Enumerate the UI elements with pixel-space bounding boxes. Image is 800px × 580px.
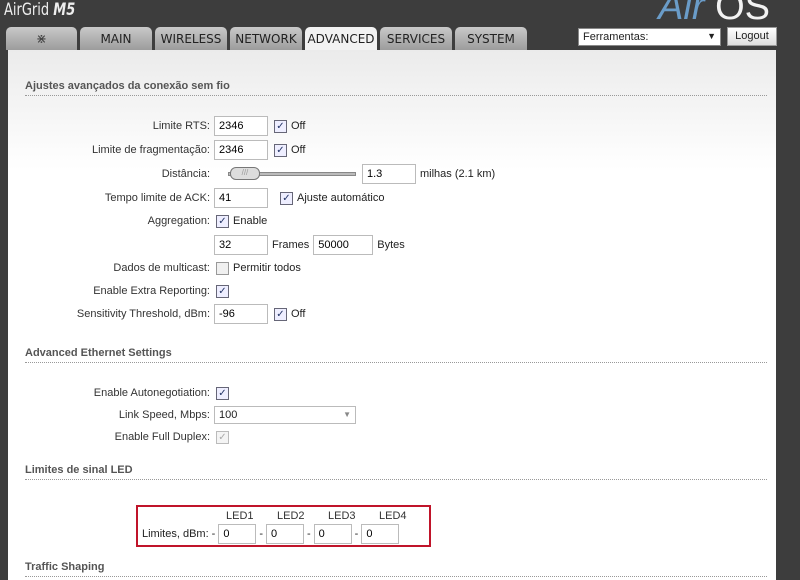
- led-sep: -: [306, 528, 311, 540]
- tab-advanced[interactable]: ADVANCED: [305, 27, 377, 51]
- section-title-wireless: Ajustes avançados da conexão sem fio: [25, 80, 767, 96]
- frag-off-label: Off: [291, 144, 306, 156]
- slider-handle[interactable]: ///: [229, 167, 260, 180]
- tab-network[interactable]: NETWORK: [230, 27, 302, 50]
- distance-label: Distância:: [161, 168, 210, 180]
- sensitivity-off-checkbox[interactable]: ✓: [274, 307, 287, 321]
- tab-wireless[interactable]: WIRELESS: [155, 27, 227, 50]
- tools-selected: Ferramentas:: [583, 31, 649, 43]
- logo-os: OS: [715, 0, 770, 28]
- led-label: Limites, dBm:: [142, 528, 209, 540]
- ack-label: Tempo limite de ACK:: [104, 192, 210, 204]
- extra-reporting-checkbox[interactable]: ✓: [216, 284, 229, 298]
- rts-label: Limite RTS:: [152, 120, 210, 132]
- airos-logo: Air OS: [658, 0, 770, 29]
- frag-label: Limite de fragmentação:: [91, 144, 210, 156]
- logout-button[interactable]: Logout: [727, 27, 777, 46]
- multicast-label: Dados de multicast:: [113, 262, 210, 274]
- led-thresholds-box: LED1 LED2 LED3 LED4 Limites, dBm: - - - …: [136, 505, 431, 547]
- tools-dropdown[interactable]: Ferramentas: ▼: [578, 28, 721, 46]
- autoneg-row: Enable Autonegotiation: ✓: [8, 383, 233, 403]
- frag-row: Limite de fragmentação: ✓ Off: [8, 140, 305, 160]
- led4-header: LED4: [379, 510, 407, 522]
- led-sep: -: [259, 528, 263, 540]
- multicast-checkbox[interactable]: ✓: [216, 261, 229, 275]
- brand-name: AirGrid: [4, 0, 50, 20]
- distance-slider[interactable]: ///: [228, 164, 356, 184]
- led-sep: -: [354, 528, 359, 540]
- distance-row: Distância: /// milhas (2.1 km): [8, 164, 495, 184]
- led2-input[interactable]: [265, 524, 304, 544]
- logo-air: Air: [658, 0, 705, 28]
- aggregation-enable-label: Enable: [233, 215, 268, 227]
- frag-input[interactable]: [214, 140, 268, 160]
- full-duplex-checkbox: ✓: [216, 430, 229, 444]
- chevron-down-icon: ▼: [707, 31, 716, 41]
- led3-header: LED3: [328, 510, 356, 522]
- rts-row: Limite RTS: ✓ Off: [8, 116, 305, 136]
- tab-home[interactable]: ⋇: [6, 27, 77, 50]
- tab-main[interactable]: MAIN: [80, 27, 152, 50]
- frag-off-checkbox[interactable]: ✓: [274, 143, 287, 157]
- tab-services[interactable]: SERVICES: [380, 27, 452, 50]
- led-inputs-row: Limites, dBm: - - - -: [142, 524, 400, 544]
- multicast-text: Permitir todos: [233, 262, 301, 274]
- ack-input[interactable]: [214, 188, 268, 208]
- link-speed-value: 100: [219, 409, 238, 421]
- ack-row: Tempo limite de ACK: ✓ Ajuste automático: [8, 188, 384, 208]
- aggregation-checkbox[interactable]: ✓: [216, 214, 229, 228]
- link-speed-row: Link Speed, Mbps: 100 ▼: [8, 405, 356, 425]
- link-speed-select[interactable]: 100 ▼: [214, 406, 356, 424]
- section-title-traffic: Traffic Shaping: [25, 561, 767, 577]
- ack-auto-label: Ajuste automático: [297, 192, 385, 204]
- rts-input[interactable]: [214, 116, 268, 136]
- main-tabs: ⋇ MAIN WIRELESS NETWORK ADVANCED SERVICE…: [6, 27, 527, 51]
- led3-input[interactable]: [313, 524, 352, 544]
- section-title-ethernet: Advanced Ethernet Settings: [25, 347, 767, 363]
- distance-unit: milhas (2.1 km): [420, 168, 496, 180]
- full-duplex-label: Enable Full Duplex:: [114, 431, 210, 443]
- led1-header: LED1: [226, 510, 254, 522]
- section-title-led: Limites de sinal LED: [25, 464, 767, 480]
- autoneg-label: Enable Autonegotiation:: [93, 387, 210, 399]
- sensitivity-label: Sensitivity Threshold, dBm:: [76, 308, 210, 320]
- frames-input[interactable]: [214, 235, 268, 255]
- distance-input[interactable]: [362, 164, 416, 184]
- brand-model: M5: [53, 0, 76, 20]
- autoneg-checkbox[interactable]: ✓: [216, 386, 229, 400]
- rts-off-checkbox[interactable]: ✓: [274, 119, 287, 133]
- bytes-unit: Bytes: [377, 239, 405, 251]
- sensitivity-row: Sensitivity Threshold, dBm: ✓ Off: [8, 304, 305, 324]
- led2-header: LED2: [277, 510, 305, 522]
- tab-system[interactable]: SYSTEM: [455, 27, 527, 50]
- chevron-down-icon: ▼: [343, 410, 351, 419]
- ubiquiti-logo-icon: ⋇: [36, 32, 47, 47]
- extra-reporting-label: Enable Extra Reporting:: [93, 285, 210, 297]
- led-sep: -: [211, 528, 216, 540]
- full-duplex-row: Enable Full Duplex: ✓: [8, 427, 233, 447]
- aggregation-row: Aggregation: ✓ Enable: [8, 211, 267, 231]
- brand: AirGrid M5: [4, 0, 75, 20]
- ack-auto-checkbox[interactable]: ✓: [280, 191, 293, 205]
- sensitivity-off-label: Off: [291, 308, 306, 320]
- multicast-row: Dados de multicast: ✓ Permitir todos: [8, 258, 301, 278]
- rts-off-label: Off: [291, 120, 306, 132]
- aggregation-values-row: Frames Bytes: [8, 235, 405, 255]
- extra-reporting-row: Enable Extra Reporting: ✓: [8, 281, 233, 301]
- link-speed-label: Link Speed, Mbps:: [118, 409, 210, 421]
- bytes-input[interactable]: [313, 235, 374, 255]
- led4-input[interactable]: [361, 524, 400, 544]
- aggregation-label: Aggregation:: [147, 215, 210, 227]
- sensitivity-input[interactable]: [214, 304, 268, 324]
- content-panel: Ajustes avançados da conexão sem fio Lim…: [8, 50, 776, 580]
- led1-input[interactable]: [218, 524, 257, 544]
- frames-unit: Frames: [272, 239, 310, 251]
